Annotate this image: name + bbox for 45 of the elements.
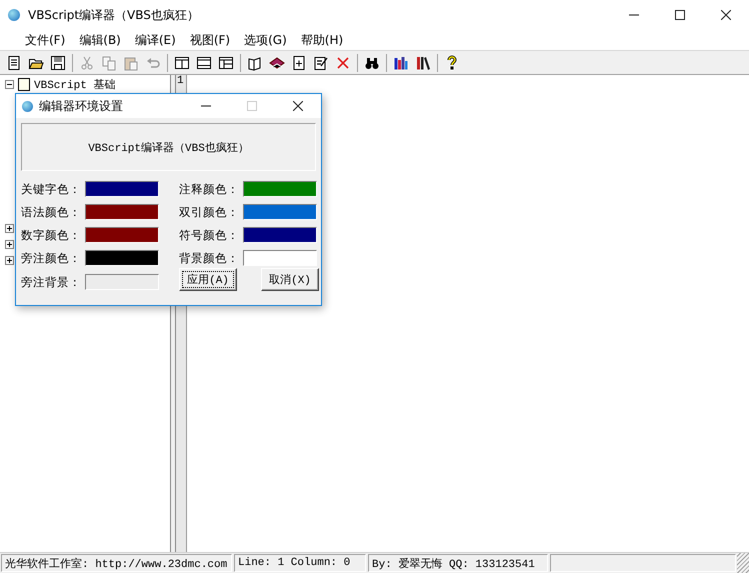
- dialog-button[interactable]: 应用(A): [179, 268, 237, 291]
- color-label: 数字颜色：: [21, 228, 82, 242]
- menu-item[interactable]: 选项(G): [237, 32, 294, 48]
- menu-item[interactable]: 编译(E): [128, 32, 183, 48]
- status-panel: Line: 1 Column: 0: [234, 554, 366, 572]
- maximize-icon[interactable]: [675, 10, 685, 20]
- color-swatch[interactable]: [85, 227, 159, 243]
- color-label: 旁注背景：: [21, 274, 82, 290]
- color-label: 旁注颜色：: [21, 250, 82, 266]
- menu-item[interactable]: 视图(F): [182, 32, 238, 48]
- status-panel: 光华软件工作室: http://www.23dmc.com: [1, 554, 232, 572]
- dialog-header: VBScript编译器（VBS也疯狂）: [21, 123, 316, 171]
- resize-grip-icon[interactable]: [737, 553, 749, 573]
- maximize-icon: [247, 101, 257, 111]
- color-swatch[interactable]: [243, 250, 317, 266]
- color-label: 背景颜色：: [179, 250, 240, 266]
- dialog-title: 编辑器环境设置: [39, 98, 124, 114]
- color-label: 语法颜色：: [21, 204, 82, 220]
- status-panel: By: 爱翠无悔 QQ: 133123541: [368, 554, 548, 572]
- color-swatch[interactable]: [85, 181, 159, 197]
- color-label: 双引颜色：: [179, 204, 240, 220]
- app-icon: [22, 100, 33, 112]
- color-label: 注释颜色：: [179, 182, 240, 196]
- color-swatch[interactable]: [85, 204, 159, 220]
- color-label: 关键字色：: [21, 182, 82, 196]
- app-icon: [8, 9, 20, 21]
- color-swatch[interactable]: [243, 227, 317, 243]
- close-icon[interactable]: [293, 101, 303, 111]
- menu-item[interactable]: 帮助(H): [294, 32, 350, 48]
- expand-icon[interactable]: [5, 256, 14, 264]
- dialog-button[interactable]: 取消(X): [261, 268, 319, 291]
- expand-icon[interactable]: [5, 240, 14, 248]
- line-number: 1: [176, 75, 185, 87]
- color-swatch[interactable]: [85, 274, 159, 290]
- collapse-icon[interactable]: [5, 80, 14, 88]
- color-label: 符号颜色：: [179, 228, 240, 242]
- color-swatch[interactable]: [243, 181, 317, 197]
- window-title: VBScript编译器（VBS也疯狂）: [28, 6, 200, 24]
- color-swatch[interactable]: [85, 250, 159, 266]
- menu-item[interactable]: 文件(F): [18, 32, 72, 48]
- tree-item[interactable]: VBScript 基础: [34, 76, 116, 92]
- close-icon[interactable]: [721, 10, 731, 20]
- expand-icon[interactable]: [5, 224, 14, 232]
- color-swatch[interactable]: [243, 204, 317, 220]
- menu-item[interactable]: 编辑(B): [72, 32, 128, 48]
